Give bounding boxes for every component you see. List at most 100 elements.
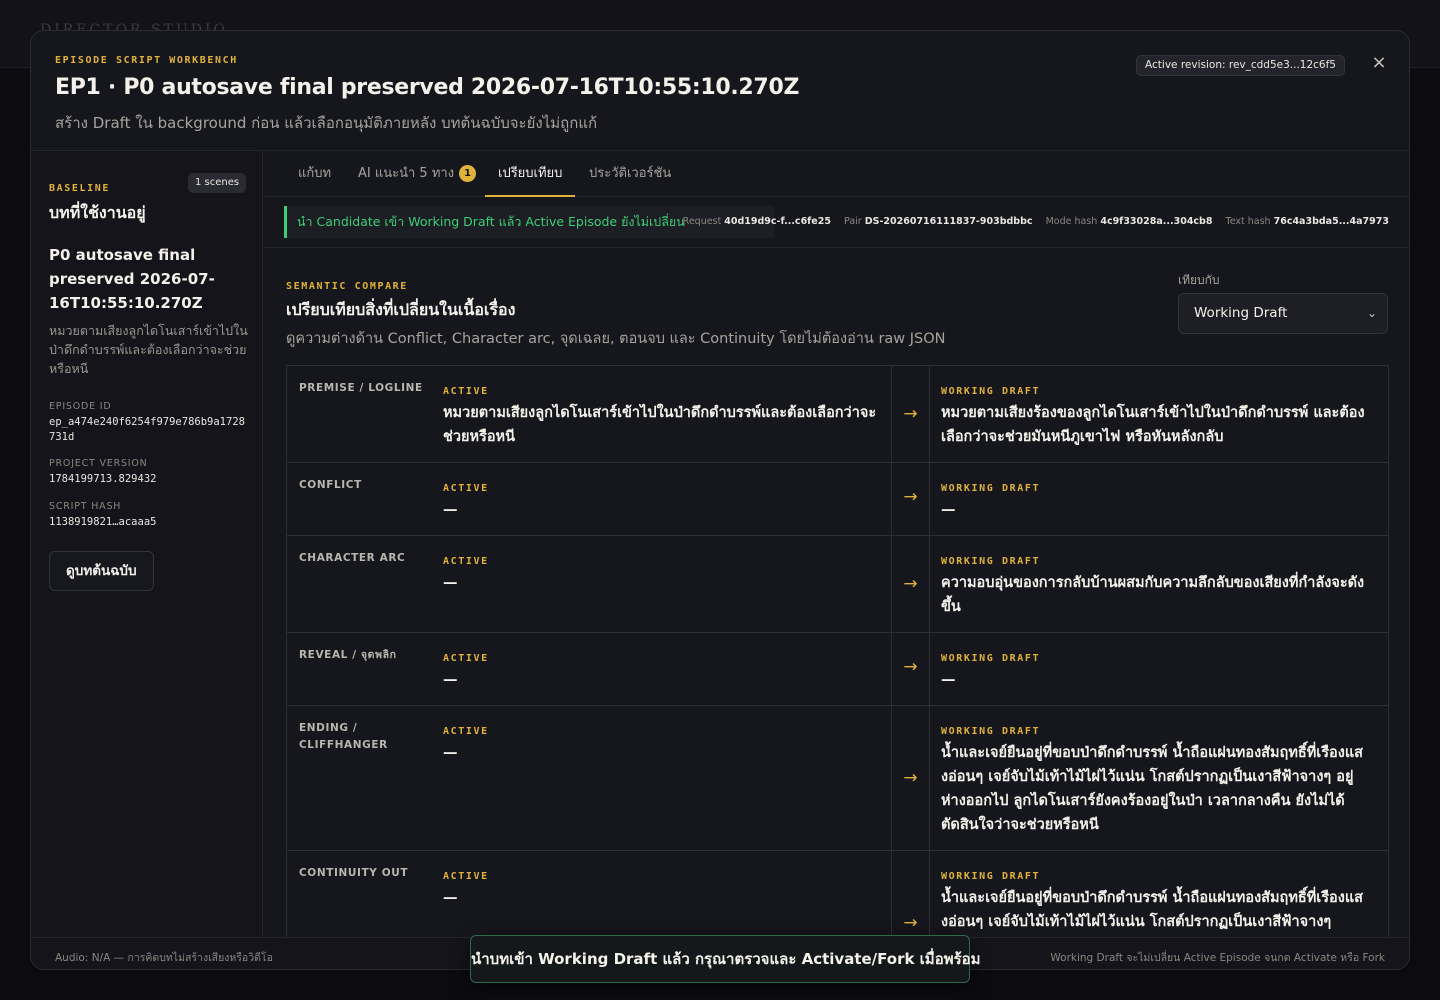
modal-header: EPISODE SCRIPT WORKBENCH EP1 · P0 autosa… xyxy=(31,31,1409,151)
tab-label: เปรียบเทียบ xyxy=(498,166,563,181)
draft-text: — xyxy=(941,672,956,688)
row-label: REVEAL / จุดพลิก xyxy=(299,649,397,661)
text-hash: 76c4a3bda5...4a7973 xyxy=(1273,216,1389,227)
close-icon[interactable]: × xyxy=(1367,51,1391,75)
draft-text: — xyxy=(941,502,956,518)
draft-tag: WORKING DRAFT xyxy=(941,871,1041,882)
draft-text: ความอบอุ่นของการกลับบ้านผสมกับความลึกลับ… xyxy=(941,575,1365,615)
row-label: CHARACTER ARC xyxy=(299,552,406,564)
draft-cell: WORKING DRAFT ความอบอุ่นของการกลับบ้านผส… xyxy=(941,556,1377,619)
tab-label: ประวัติเวอร์ชัน xyxy=(589,166,672,181)
semantic-description: ดูความต่างด้าน Conflict, Character arc, … xyxy=(286,331,946,347)
active-tag: ACTIVE xyxy=(443,483,489,494)
baseline-description: หมวยตามเสียงลูกไดโนเสาร์เข้าไปในป่าดึกดำ… xyxy=(49,323,248,376)
page-subtitle: สร้าง Draft ใน background ก่อน แล้วเลือก… xyxy=(55,114,598,132)
mode-hash: 4c9f33028a...304cb8 xyxy=(1100,216,1213,227)
hash-label: Pair xyxy=(844,216,862,227)
tab-label: แก้บท xyxy=(298,166,332,181)
meta-label: EPISODE ID xyxy=(49,401,112,412)
draft-tag: WORKING DRAFT xyxy=(941,386,1041,397)
arrow-right-icon: → xyxy=(903,487,918,507)
suggestion-count-badge: 1 xyxy=(459,165,477,182)
active-text: — xyxy=(443,672,458,688)
compare-label: เทียบกับ xyxy=(1178,273,1220,287)
active-tag: ACTIVE xyxy=(443,726,489,737)
row-label: ENDING / CLIFFHANGER xyxy=(299,722,388,751)
table-row: CHARACTER ARC ACTIVE — → WORKING DRAFT ค… xyxy=(287,536,1388,633)
active-cell: ACTIVE — xyxy=(443,483,891,522)
active-text: — xyxy=(443,745,458,761)
tab-version-history[interactable]: ประวัติเวอร์ชัน xyxy=(589,151,671,197)
table-row: PREMISE / LOGLINE ACTIVE หมวยตามเสียงลูก… xyxy=(287,366,1388,463)
arrow-right-icon: → xyxy=(903,657,918,677)
draft-cell: WORKING DRAFT น้ำและเจย์ยืนอยู่ที่ขอบป่า… xyxy=(941,726,1377,837)
compare-select[interactable]: Working Draft ⌄ xyxy=(1178,293,1388,334)
toast-notification: นำบทเข้า Working Draft แล้ว กรุณาตรวจและ… xyxy=(470,935,981,983)
baseline-title: P0 autosave final preserved 2026-07-16T1… xyxy=(49,246,215,312)
meta-label: PROJECT VERSION xyxy=(49,458,148,469)
scene-count-badge: 1 scenes xyxy=(188,173,247,193)
active-cell: ACTIVE — xyxy=(443,871,891,910)
row-label: CONFLICT xyxy=(299,479,362,491)
draft-cell: WORKING DRAFT หมวยตามเสียงร้องของลูกไดโน… xyxy=(941,386,1377,449)
active-cell: ACTIVE หมวยตามเสียงลูกไดโนเสาร์เข้าไปในป… xyxy=(443,386,891,449)
hash-readout: Request 40d19d9c-f...c6fe25 Pair DS-2026… xyxy=(683,216,1389,227)
draft-text: น้ำและเจย์ยืนอยู่ที่ขอบป่าดึกดำบรรพ์ น้ำ… xyxy=(941,890,1364,930)
table-row: CONFLICT ACTIVE — → WORKING DRAFT — xyxy=(287,463,1388,536)
draft-note: Working Draft จะไม่เปลี่ยน Active Episod… xyxy=(1050,952,1385,964)
active-text: — xyxy=(443,575,458,591)
active-tag: ACTIVE xyxy=(443,871,489,882)
active-cell: ACTIVE — xyxy=(443,653,891,692)
status-row: นำ Candidate เข้า Working Draft แล้ว Act… xyxy=(264,197,1409,248)
meta-label: SCRIPT HASH xyxy=(49,501,122,512)
draft-tag: WORKING DRAFT xyxy=(941,483,1041,494)
semantic-eyebrow: SEMANTIC COMPARE xyxy=(286,281,408,292)
script-workbench-modal: EPISODE SCRIPT WORKBENCH EP1 · P0 autosa… xyxy=(30,30,1410,970)
active-text: — xyxy=(443,890,458,906)
table-row: ENDING / CLIFFHANGER ACTIVE — → WORKING … xyxy=(287,706,1388,851)
compare-table: PREMISE / LOGLINE ACTIVE หมวยตามเสียงลูก… xyxy=(286,365,1389,937)
active-tag: ACTIVE xyxy=(443,653,489,664)
tab-compare[interactable]: เปรียบเทียบ xyxy=(485,151,576,197)
view-original-button[interactable]: ดูบทต้นฉบับ xyxy=(49,551,154,591)
tab-label: AI แนะนำ 5 ทาง xyxy=(358,166,455,181)
script-hash-meta: SCRIPT HASH 1138919821…acaaa5 xyxy=(49,501,249,530)
row-label: CONTINUITY OUT xyxy=(299,867,409,879)
chevron-down-icon: ⌄ xyxy=(1366,306,1377,320)
active-cell: ACTIVE — xyxy=(443,556,891,595)
baseline-sidebar: BASELINE 1 scenes บทที่ใช้งานอยู่ P0 aut… xyxy=(31,151,263,937)
draft-tag: WORKING DRAFT xyxy=(941,556,1041,567)
baseline-eyebrow: BASELINE xyxy=(49,183,110,194)
active-tag: ACTIVE xyxy=(443,556,489,567)
hash-label: Request xyxy=(682,216,722,227)
active-cell: ACTIVE — xyxy=(443,726,891,765)
main-panel: แก้บท AI แนะนำ 5 ทาง 1 เปรียบเทียบ ประวัต… xyxy=(264,151,1409,937)
arrow-right-icon: → xyxy=(903,404,918,424)
request-hash: 40d19d9c-f...c6fe25 xyxy=(724,216,831,227)
table-row: CONTINUITY OUT ACTIVE — → WORKING DRAFT … xyxy=(287,851,1388,937)
meta-value: 1138919821…acaaa5 xyxy=(49,516,157,528)
tab-bar: แก้บท AI แนะนำ 5 ทาง 1 เปรียบเทียบ ประวัต… xyxy=(264,151,1409,197)
pair-hash: DS-20260716111837-903bdbbc xyxy=(864,216,1033,227)
active-text: หมวยตามเสียงลูกไดโนเสาร์เข้าไปในป่าดึกดำ… xyxy=(443,405,877,445)
draft-text: น้ำและเจย์ยืนอยู่ที่ขอบป่าดึกดำบรรพ์ น้ำ… xyxy=(941,745,1364,833)
episode-id-meta: EPISODE ID ep_a474e240f6254f979e786b9a17… xyxy=(49,401,249,445)
hash-label: Mode hash xyxy=(1045,216,1098,227)
active-text: — xyxy=(443,502,458,518)
arrow-right-icon: → xyxy=(903,913,918,933)
audio-note: Audio: N/A — การคิดบทไม่สร้างเสียงหรือวิ… xyxy=(55,952,273,964)
tab-edit[interactable]: แก้บท xyxy=(298,151,331,197)
draft-cell: WORKING DRAFT น้ำและเจย์ยืนอยู่ที่ขอบป่า… xyxy=(941,871,1377,934)
draft-cell: WORKING DRAFT — xyxy=(941,653,1377,692)
active-tag: ACTIVE xyxy=(443,386,489,397)
meta-value: ep_a474e240f6254f979e786b9a1728731d xyxy=(49,416,245,443)
table-row: REVEAL / จุดพลิก ACTIVE — → WORKING DRAF… xyxy=(287,633,1388,706)
tab-ai-suggestions[interactable]: AI แนะนำ 5 ทาง 1 xyxy=(358,151,477,197)
semantic-title: เปรียบเทียบสิ่งที่เปลี่ยนในเนื้อเรื่อง xyxy=(286,300,516,319)
hash-label: Text hash xyxy=(1225,216,1271,227)
compare-value: Working Draft xyxy=(1194,305,1288,321)
meta-value: 1784199713.829432 xyxy=(49,473,157,485)
arrow-right-icon: → xyxy=(903,574,918,594)
draft-tag: WORKING DRAFT xyxy=(941,726,1041,737)
draft-text: หมวยตามเสียงร้องของลูกไดโนเสาร์เข้าไปในป… xyxy=(941,405,1365,445)
